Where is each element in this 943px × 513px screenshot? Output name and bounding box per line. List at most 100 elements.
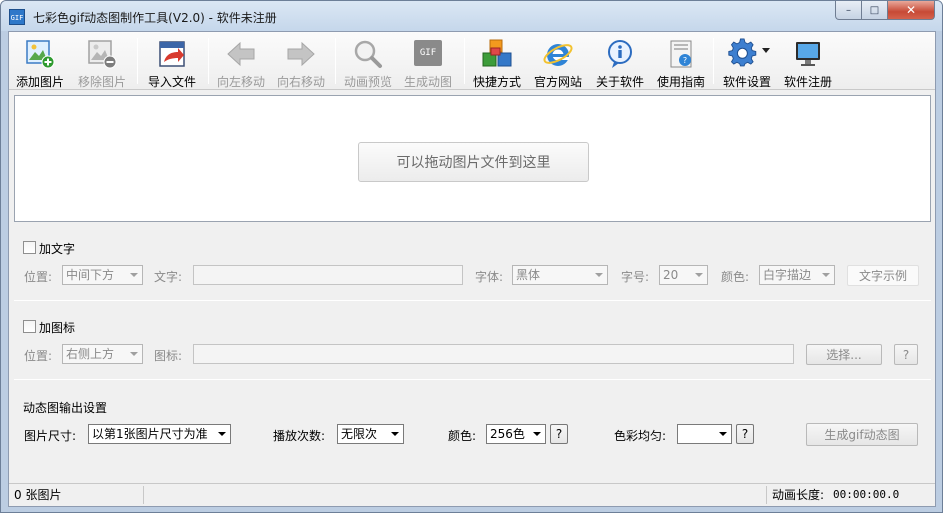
generate-animation-button[interactable]: GIF 生成动图 — [399, 36, 457, 89]
section-divider — [14, 379, 931, 380]
remove-image-label: 移除图片 — [77, 75, 126, 89]
toolbar-separator — [208, 38, 209, 84]
generate-animation-label: 生成动图 — [403, 75, 452, 89]
toolbar-separator — [335, 38, 336, 84]
chevron-down-icon[interactable] — [762, 48, 770, 54]
text-color-label: 颜色: — [721, 270, 750, 284]
font-select[interactable]: 黑体 — [512, 265, 608, 285]
text-position-select[interactable]: 中间下方 — [62, 265, 143, 285]
about-button[interactable]: 关于软件 — [591, 36, 649, 89]
add-text-checkbox[interactable] — [23, 241, 36, 254]
import-file-button[interactable]: 导入文件 — [142, 36, 202, 89]
remove-image-icon — [88, 40, 117, 69]
browse-icon-button[interactable]: 选择... — [806, 344, 882, 365]
output-color-label: 颜色: — [448, 429, 477, 443]
text-position-label: 位置: — [24, 270, 53, 284]
window-controls: – □ ✕ — [835, 1, 935, 21]
svg-text:?: ? — [683, 56, 687, 65]
info-icon — [608, 40, 632, 68]
icon-position-select[interactable]: 右侧上方 — [62, 344, 143, 364]
move-left-label: 向左移动 — [216, 75, 265, 89]
font-size-select[interactable]: 20 — [659, 265, 708, 285]
move-left-button[interactable]: 向左移动 — [212, 36, 270, 89]
preview-label: 动画预览 — [343, 75, 392, 89]
app-gif-icon: GIF — [9, 9, 25, 25]
shortcut-button[interactable]: 快捷方式 — [468, 36, 526, 89]
help-document-icon: ? — [670, 40, 692, 68]
text-color-value: 白字描边 — [763, 268, 812, 282]
magnifier-icon — [354, 40, 382, 68]
chevron-down-icon — [130, 273, 138, 277]
arrow-right-icon — [287, 41, 315, 67]
monitor-icon — [796, 42, 820, 66]
icon-position-label: 位置: — [24, 349, 53, 363]
chevron-down-icon — [822, 273, 830, 277]
client-area: 添加图片 移除图片 导入文件 向左移动 向右移动 动画预览 GIF 生成动图 快… — [8, 31, 936, 507]
add-text-label: 加文字 — [39, 242, 76, 256]
ie-browser-icon — [543, 44, 573, 66]
add-image-icon — [26, 40, 55, 69]
image-drop-area[interactable]: 可以拖动图片文件到这里 — [14, 95, 931, 222]
preview-button[interactable]: 动画预览 — [339, 36, 397, 89]
dither-select[interactable] — [677, 424, 732, 444]
loop-count-select[interactable]: 无限次 — [337, 424, 404, 444]
title-bar[interactable]: GIF 七彩色gif动态图制作工具(V2.0) - 软件未注册 – □ ✕ — [1, 1, 942, 31]
dither-help-button[interactable]: ? — [736, 424, 754, 444]
register-button[interactable]: 软件注册 — [779, 36, 837, 89]
import-file-label: 导入文件 — [147, 75, 196, 89]
text-color-select[interactable]: 白字描边 — [759, 265, 835, 285]
guide-button[interactable]: ? 使用指南 — [652, 36, 710, 89]
font-size-label: 字号: — [621, 270, 650, 284]
image-size-select[interactable]: 以第1张图片尺寸为准 — [88, 424, 231, 444]
chevron-down-icon — [391, 432, 399, 436]
chevron-down-icon — [533, 432, 541, 436]
gear-icon — [728, 38, 757, 67]
shortcut-label: 快捷方式 — [472, 75, 521, 89]
text-content-label: 文字: — [154, 270, 183, 284]
output-color-value: 256色 — [490, 427, 525, 441]
toolbar-separator — [713, 38, 714, 84]
icon-path-label: 图标: — [154, 349, 183, 363]
settings-button[interactable]: 软件设置 — [717, 36, 777, 89]
image-size-label: 图片尺寸: — [24, 429, 77, 443]
font-label: 字体: — [475, 270, 504, 284]
chevron-down-icon — [595, 273, 603, 277]
drop-hint-button[interactable]: 可以拖动图片文件到这里 — [358, 142, 589, 182]
icon-path-input[interactable] — [193, 344, 794, 364]
status-divider — [766, 486, 767, 504]
text-content-input[interactable] — [193, 265, 463, 285]
gif-badge-icon: GIF — [414, 40, 442, 66]
chevron-down-icon — [695, 273, 703, 277]
arrow-left-icon — [227, 41, 255, 67]
maximize-button[interactable]: □ — [862, 1, 888, 20]
about-label: 关于软件 — [595, 75, 644, 89]
duration-value: 00:00:00.0 — [833, 488, 900, 501]
close-button[interactable]: ✕ — [888, 1, 935, 20]
website-label: 官方网站 — [533, 75, 582, 89]
section-divider — [14, 300, 931, 301]
toolbar-separator — [137, 38, 138, 84]
remove-image-button[interactable]: 移除图片 — [73, 36, 131, 89]
text-position-value: 中间下方 — [66, 268, 115, 282]
icon-position-value: 右侧上方 — [66, 347, 115, 361]
website-button[interactable]: 官方网站 — [529, 36, 587, 89]
add-image-label: 添加图片 — [15, 75, 64, 89]
status-bar: 0 张图片 动画长度: 00:00:00.0 — [9, 483, 935, 506]
toolbar-separator — [464, 38, 465, 84]
register-label: 软件注册 — [783, 75, 832, 89]
text-sample-button[interactable]: 文字示例 — [847, 265, 919, 286]
move-right-button[interactable]: 向右移动 — [272, 36, 330, 89]
color-help-button[interactable]: ? — [550, 424, 568, 444]
icon-help-button[interactable]: ? — [894, 344, 918, 365]
font-size-value: 20 — [663, 268, 679, 282]
minimize-button[interactable]: – — [835, 1, 862, 20]
loop-count-label: 播放次数: — [273, 429, 326, 443]
output-color-select[interactable]: 256色 — [486, 424, 546, 444]
loop-count-value: 无限次 — [341, 427, 378, 441]
duration-label: 动画长度: — [772, 488, 825, 502]
generate-gif-button[interactable]: 生成gif动态图 — [806, 423, 918, 446]
dither-label: 色彩均匀: — [614, 429, 667, 443]
add-image-button[interactable]: 添加图片 — [11, 36, 69, 89]
cubes-icon — [482, 39, 512, 67]
add-icon-checkbox[interactable] — [23, 320, 36, 333]
